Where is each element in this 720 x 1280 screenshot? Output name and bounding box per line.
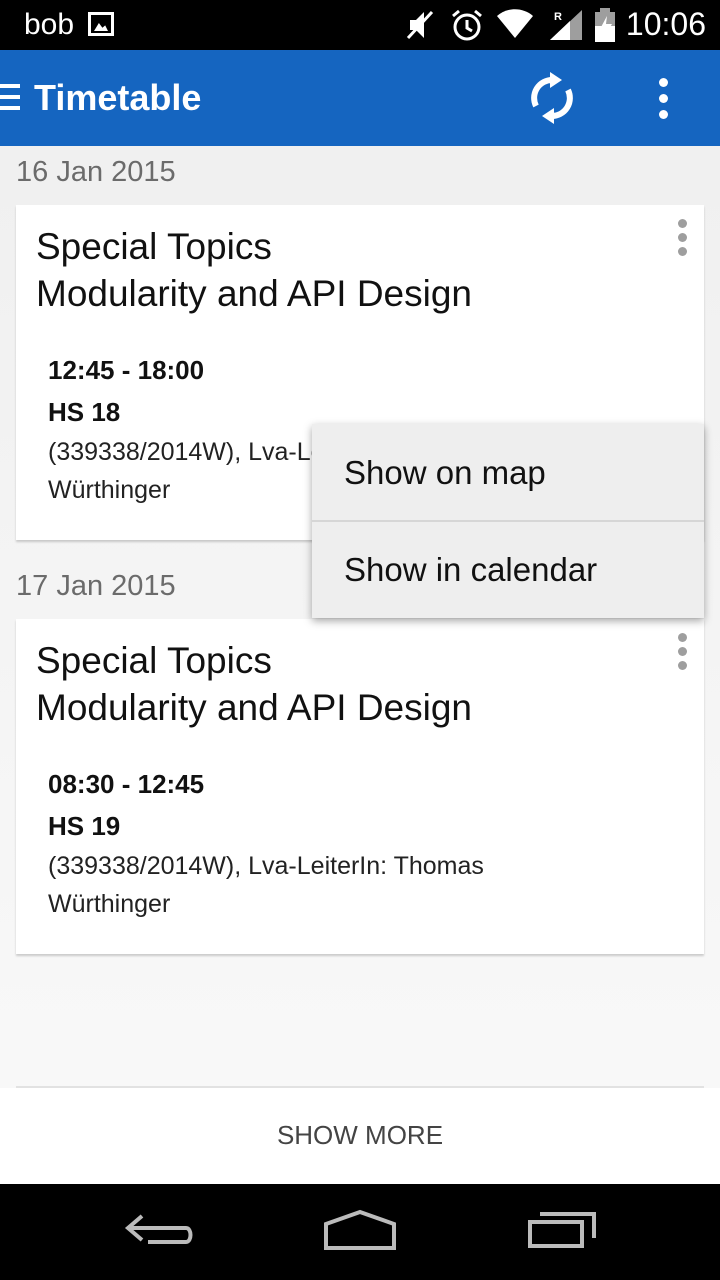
carrier-label: bob [24,8,75,41]
svg-text:R: R [554,11,562,23]
date-header: 17 Jan 2015 [16,570,176,602]
menu-item-show-in-calendar[interactable]: Show in calendar [312,521,704,618]
app-title: Timetable [34,77,202,118]
course-time: 08:30 - 12:45 [48,769,205,799]
course-title: Special Topics Modularity and API Design [36,637,472,731]
show-more-button[interactable]: SHOW MORE [0,1120,720,1151]
course-room: HS 18 [48,397,121,427]
recents-icon[interactable] [524,1208,600,1252]
course-description-line1: (339338/2014W), Lva-LeiterIn: Thomas [48,852,484,880]
more-vert-icon[interactable] [656,78,670,122]
menu-icon[interactable] [0,84,20,112]
card-overflow-icon[interactable] [676,633,688,673]
popup-menu: Show on map Show in calendar [312,424,704,618]
course-description-line2: Würthinger [48,890,171,918]
battery-icon [595,8,615,42]
image-icon [88,12,114,36]
app-bar: Timetable [0,50,720,146]
back-icon[interactable] [122,1208,198,1252]
menu-item-show-on-map[interactable]: Show on map [312,424,704,521]
mute-icon [406,10,434,40]
course-title-line2: Modularity and API Design [36,687,473,728]
course-title-line1: Special Topics [36,226,272,267]
wifi-icon [497,9,533,38]
course-description: (339338/2014W), Lva-LeiterIn: Thomas Wür… [48,847,668,923]
menu-divider [312,520,704,522]
card-overflow-icon[interactable] [676,219,688,259]
timetable-card[interactable]: Special Topics Modularity and API Design… [16,619,704,954]
signal-icon: R [550,10,582,40]
footer-divider [16,1086,704,1088]
course-time: 12:45 - 18:00 [48,355,205,385]
date-header: 16 Jan 2015 [16,156,176,188]
course-title: Special Topics Modularity and API Design [36,223,472,317]
status-bar: bob R 10:06 [0,0,720,50]
alarm-icon [452,9,482,41]
status-time: 10:06 [625,6,706,42]
home-icon[interactable] [322,1208,398,1252]
course-title-line2: Modularity and API Design [36,273,473,314]
course-title-line1: Special Topics [36,640,272,681]
nav-bar [0,1184,720,1280]
course-room: HS 19 [48,811,121,841]
sync-icon[interactable] [528,72,576,124]
